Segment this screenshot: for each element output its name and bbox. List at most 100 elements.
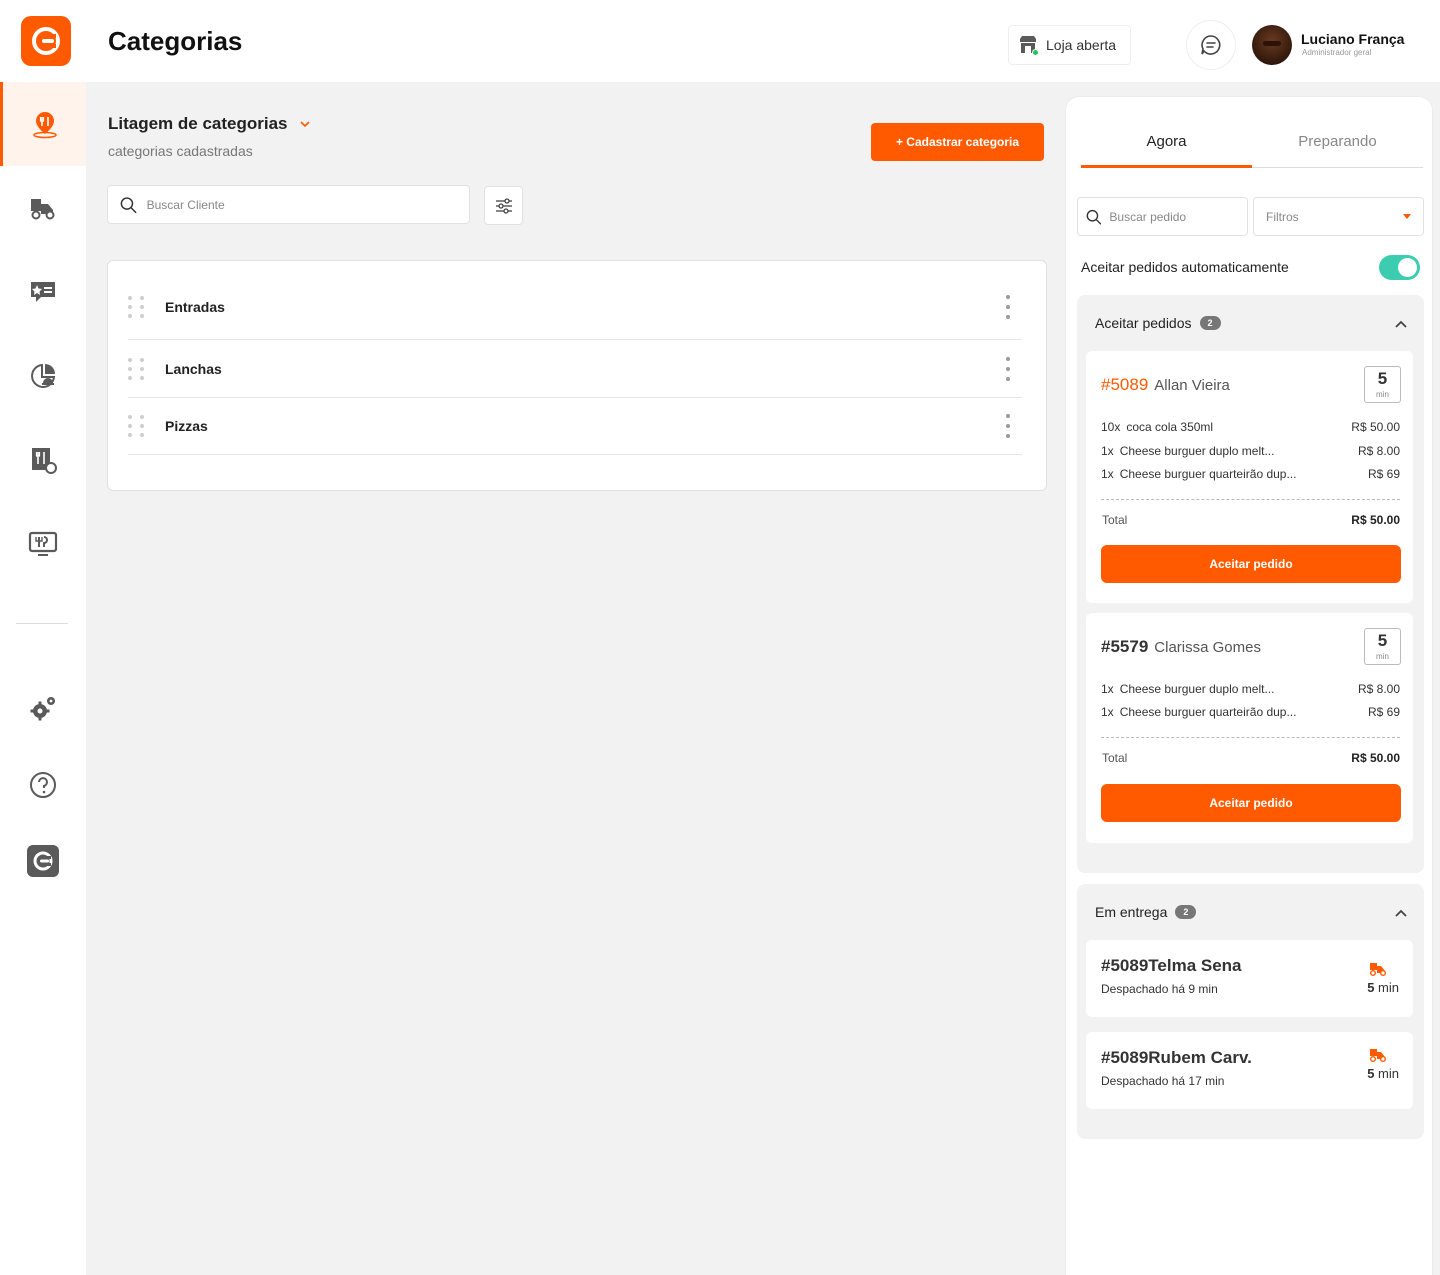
status-online-dot <box>1032 49 1039 56</box>
drag-handle-icon[interactable] <box>128 296 146 318</box>
total-label: Total <box>1102 751 1128 765</box>
accept-orders-section: Aceitar pedidos 2 #5089 Allan Vieira 5 mi… <box>1077 295 1424 873</box>
filters-label: Filtros <box>1266 209 1299 224</box>
orders-panel: Agora Preparando Filtros Aceitar pedidos… <box>1065 96 1433 1275</box>
sidebar-item-help[interactable] <box>0 743 86 827</box>
user-role: Administrador geral <box>1302 48 1372 57</box>
category-row[interactable]: Pizzas <box>128 398 1022 455</box>
item-name: Cheese burguer quarteirão dup... <box>1119 705 1297 719</box>
order-id: #5089Rubem Carv. <box>1101 1048 1252 1068</box>
total-value: R$ 50.00 <box>1351 513 1400 527</box>
sidebar-item-delivery[interactable] <box>0 166 86 250</box>
top-bar: Categorias Loja aberta Luciano França Ad… <box>0 0 1440 82</box>
item-price: R$ 50.00 <box>1351 420 1400 434</box>
sidebar-item-menu[interactable] <box>0 250 86 334</box>
eta-unit: min <box>1378 1066 1399 1081</box>
order-number: #5579 <box>1101 637 1149 656</box>
prep-time-unit: min <box>1376 652 1389 661</box>
chevron-down-icon <box>299 121 310 127</box>
chevron-up-icon[interactable] <box>1394 317 1408 331</box>
delivery-card[interactable]: #5089Telma Sena Despachado há 9 min 5 mi… <box>1086 940 1413 1017</box>
add-category-button[interactable]: + Cadastrar categoria <box>871 123 1044 161</box>
customer-name: Allan Vieira <box>1154 377 1230 394</box>
prep-time-badge: 5 min <box>1364 366 1401 403</box>
delivery-scooter-icon <box>1370 963 1386 976</box>
filter-settings-button[interactable] <box>484 186 523 225</box>
divider <box>1101 499 1400 500</box>
customer-name: Clarissa Gomes <box>1154 639 1261 656</box>
order-card: #5089 Allan Vieira 5 min 10x coca cola 350… <box>1086 351 1413 603</box>
total-value: R$ 50.00 <box>1351 751 1400 765</box>
auto-accept-toggle[interactable] <box>1379 255 1420 280</box>
more-options-icon[interactable] <box>998 295 1018 319</box>
sidebar <box>0 82 86 1275</box>
chat-button[interactable] <box>1186 20 1236 70</box>
more-options-icon[interactable] <box>998 356 1018 381</box>
sidebar-item-settings[interactable] <box>0 666 86 750</box>
delivery-card[interactable]: #5089Rubem Carv. Despachado há 17 min 5 … <box>1086 1032 1413 1109</box>
category-name: Lanchas <box>165 360 222 377</box>
store-status-label: Loja aberta <box>1046 37 1117 53</box>
item-name: Cheese burguer quarteirão dup... <box>1119 467 1297 481</box>
drag-handle-icon[interactable] <box>128 357 146 380</box>
settings-gears-icon <box>30 697 55 721</box>
customer-search[interactable] <box>107 185 470 224</box>
auto-accept-label: Aceitar pedidos automaticamente <box>1081 259 1289 275</box>
eta: 5 min <box>1367 980 1399 995</box>
chevron-up-icon[interactable] <box>1394 906 1408 920</box>
accept-order-button[interactable]: Aceitar pedido <box>1101 545 1401 583</box>
customer-name: Telma Sena <box>1148 956 1242 975</box>
sidebar-item-orders[interactable] <box>0 502 86 586</box>
item-name: Cheese burguer duplo melt... <box>1119 444 1275 458</box>
drag-handle-icon[interactable] <box>128 415 146 437</box>
search-icon <box>1086 209 1102 225</box>
brand-logo-icon <box>27 845 59 877</box>
sidebar-item-menu-book[interactable] <box>0 418 86 502</box>
order-search[interactable] <box>1077 197 1248 236</box>
in-delivery-section: Em entrega 2 #5089Telma Sena Despachado … <box>1077 884 1424 1139</box>
sidebar-item-reports[interactable] <box>0 334 86 418</box>
orders-tabs: Agora Preparando <box>1081 125 1423 168</box>
brand-logo-icon[interactable] <box>21 16 71 66</box>
category-list-title[interactable]: Litagem de categorias <box>108 114 310 134</box>
prep-time-unit: min <box>1376 390 1389 399</box>
accept-orders-header[interactable]: Aceitar pedidos 2 <box>1095 315 1221 331</box>
order-item: 1x Cheese burguer quarteirão dup... R$ 69 <box>1101 705 1400 719</box>
filters-dropdown[interactable]: Filtros <box>1253 197 1424 236</box>
accept-order-button[interactable]: Aceitar pedido <box>1101 784 1401 822</box>
sidebar-item-restaurant[interactable] <box>0 82 86 166</box>
more-options-icon[interactable] <box>998 414 1018 438</box>
divider <box>1101 737 1400 738</box>
order-item: 1x Cheese burguer duplo melt... R$ 8.00 <box>1101 682 1400 696</box>
customer-search-input[interactable] <box>146 197 469 212</box>
avatar[interactable] <box>1252 25 1292 65</box>
user-name: Luciano França <box>1301 31 1405 47</box>
dispatch-status: Despachado há 17 min <box>1101 1074 1225 1088</box>
category-row[interactable]: Entradas <box>128 275 1022 340</box>
sidebar-item-brand[interactable] <box>0 819 86 903</box>
prep-time-value: 5 <box>1377 369 1388 388</box>
help-icon <box>30 772 56 798</box>
sliders-icon <box>495 197 512 214</box>
menu-card-icon <box>31 282 55 302</box>
tab-preparando[interactable]: Preparando <box>1252 125 1423 167</box>
category-list: Entradas Lanchas Pizzas <box>107 260 1047 491</box>
dispatch-status: Despachado há 9 min <box>1101 982 1218 996</box>
item-name: coca cola 350ml <box>1126 420 1214 434</box>
eta-value: 5 <box>1367 1066 1375 1081</box>
store-status-button[interactable]: Loja aberta <box>1008 25 1131 65</box>
tab-agora[interactable]: Agora <box>1081 125 1252 168</box>
order-search-input[interactable] <box>1109 209 1247 224</box>
sidebar-divider <box>16 623 68 624</box>
item-price: R$ 69 <box>1367 705 1400 719</box>
order-id: #5089 Allan Vieira <box>1101 375 1230 395</box>
orders-screen-icon <box>28 531 58 556</box>
customer-name: Rubem Carv. <box>1148 1048 1252 1067</box>
in-delivery-header[interactable]: Em entrega 2 <box>1095 904 1197 920</box>
section-title: Em entrega <box>1095 904 1168 920</box>
category-name: Entradas <box>165 299 225 315</box>
category-list-title-label: Litagem de categorias <box>108 114 288 133</box>
caret-down-icon <box>1403 214 1411 219</box>
category-row[interactable]: Lanchas <box>128 340 1022 398</box>
order-item: 1x Cheese burguer duplo melt... R$ 8.00 <box>1101 444 1400 458</box>
